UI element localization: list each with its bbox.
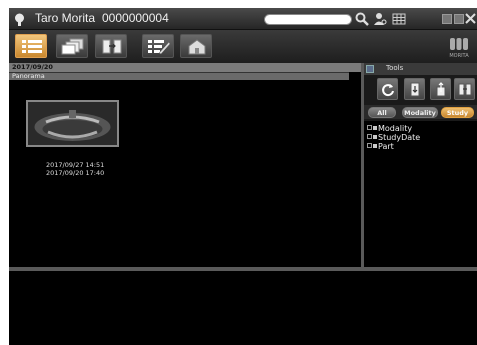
stacked-images-icon — [61, 38, 84, 55]
image-view-button[interactable] — [56, 34, 88, 58]
search-icon[interactable] — [355, 12, 369, 26]
tree-item-modality[interactable]: Modality — [367, 124, 412, 133]
home-button[interactable] — [180, 34, 212, 58]
timestamp-1: 2017/09/27 14:51 — [46, 161, 105, 169]
node-icon — [373, 125, 377, 130]
patient-id: 0000000004 — [102, 11, 169, 25]
tools-title: Tools — [386, 64, 404, 72]
study-date: 2017/09/20 — [12, 63, 53, 71]
filter-bar: All Modality Study — [364, 105, 477, 119]
svg-text:MORITA: MORITA — [449, 53, 469, 59]
filter-modality-button[interactable]: Modality — [402, 107, 438, 118]
list-icon — [22, 40, 42, 53]
xray-image — [28, 102, 117, 145]
filter-study-button[interactable]: Study — [441, 107, 474, 118]
tree-item-part[interactable]: Part — [367, 142, 394, 151]
export-icon — [436, 82, 446, 97]
main-toolbar: MORITA — [9, 30, 477, 63]
transfer-icon — [458, 83, 472, 96]
tools-header: Tools — [364, 63, 477, 75]
patient-name: Taro Morita — [35, 11, 96, 25]
morita-logo: MORITA — [449, 38, 469, 59]
series-bar[interactable]: Panorama — [9, 72, 349, 80]
refresh-button[interactable] — [377, 78, 398, 100]
category-tree: Modality StudyDate Part — [364, 121, 477, 268]
transfer-button[interactable] — [95, 34, 127, 58]
expand-icon[interactable] — [367, 134, 372, 139]
user-search-icon[interactable] — [373, 12, 387, 26]
home-icon — [188, 39, 206, 55]
transfer-icon — [102, 39, 122, 54]
import-button[interactable] — [404, 78, 425, 100]
node-icon — [373, 143, 377, 148]
study-panel: 2017/09/20 Panorama 2017/09/27 14:51 201… — [9, 63, 361, 268]
panorama-thumbnail[interactable] — [26, 100, 119, 147]
collapse-toggle[interactable] — [366, 65, 374, 73]
list-view-button[interactable] — [15, 34, 47, 58]
tools-transfer-button[interactable] — [454, 78, 475, 100]
series-label: Panorama — [12, 72, 45, 80]
search-input[interactable] — [264, 14, 352, 25]
tools-panel: Tools All Modality Study Modality StudyD… — [364, 63, 477, 268]
export-button[interactable] — [430, 78, 451, 100]
report-button[interactable] — [142, 34, 174, 58]
tree-item-studydate[interactable]: StudyDate — [367, 133, 420, 142]
app-window: Taro Morita 0000000004 MORITA 2017/09/20… — [9, 8, 477, 345]
refresh-icon — [382, 84, 394, 97]
import-icon — [410, 82, 420, 97]
close-icon[interactable] — [465, 13, 476, 24]
maximize-button[interactable] — [454, 14, 464, 24]
filter-all-button[interactable]: All — [368, 107, 396, 118]
grid-icon[interactable] — [392, 12, 406, 26]
timestamp-2: 2017/09/20 17:40 — [46, 169, 105, 177]
node-icon — [373, 134, 377, 139]
minimize-button[interactable] — [442, 14, 452, 24]
expand-icon[interactable] — [367, 143, 372, 148]
title-bar: Taro Morita 0000000004 — [9, 8, 477, 30]
preview-panel — [9, 271, 477, 345]
study-date-bar[interactable]: 2017/09/20 — [9, 63, 361, 72]
expand-icon[interactable] — [367, 125, 372, 130]
edit-report-icon — [148, 40, 171, 55]
app-logo-icon — [15, 13, 24, 26]
